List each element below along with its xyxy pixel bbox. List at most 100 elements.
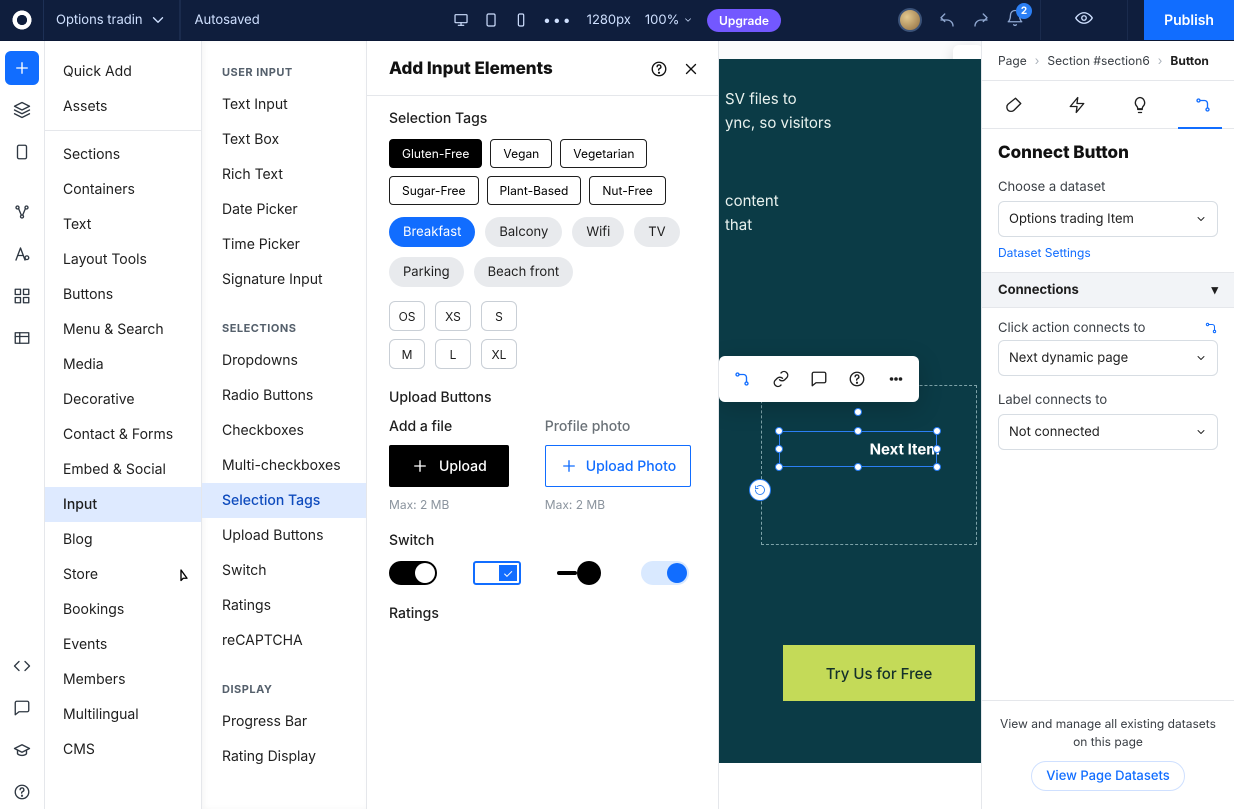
breadcrumb-item[interactable]: Page bbox=[998, 53, 1027, 68]
category-quick-add[interactable]: Quick Add bbox=[45, 41, 201, 89]
category-sections[interactable]: Sections bbox=[45, 137, 201, 172]
section-multi-checkboxes[interactable]: Multi-checkboxes bbox=[202, 448, 366, 483]
upload-button[interactable]: Upload bbox=[389, 445, 509, 487]
section-signature-input[interactable]: Signature Input bbox=[202, 262, 366, 297]
category-members[interactable]: Members bbox=[45, 662, 201, 697]
category-embed-social[interactable]: Embed & Social bbox=[45, 452, 201, 487]
click-action-select[interactable]: Next dynamic page bbox=[998, 340, 1218, 376]
tag-option[interactable]: Plant-Based bbox=[487, 176, 582, 205]
category-text[interactable]: Text bbox=[45, 207, 201, 242]
site-switcher[interactable]: Options tradin bbox=[44, 0, 180, 40]
category-media[interactable]: Media bbox=[45, 347, 201, 382]
resize-handle[interactable] bbox=[854, 427, 862, 435]
tag-option[interactable]: M bbox=[389, 339, 425, 369]
rail-theme-button[interactable] bbox=[5, 237, 39, 271]
tab-connect-data[interactable] bbox=[1182, 96, 1224, 114]
upgrade-button[interactable]: Upgrade bbox=[707, 9, 781, 32]
toolbar-connect-data-button[interactable] bbox=[725, 362, 759, 396]
desktop-icon[interactable] bbox=[453, 12, 469, 28]
switch-variant[interactable] bbox=[557, 561, 605, 585]
connections-accordion[interactable]: Connections ▾ bbox=[982, 272, 1234, 308]
help-icon[interactable] bbox=[650, 60, 668, 78]
section-radio-buttons[interactable]: Radio Buttons bbox=[202, 378, 366, 413]
section-ratings[interactable]: Ratings bbox=[202, 588, 366, 623]
tag-option[interactable]: S bbox=[481, 301, 517, 331]
section-selection-tags[interactable]: Selection Tags bbox=[202, 483, 366, 518]
category-input[interactable]: Input bbox=[45, 487, 201, 522]
tab-design[interactable] bbox=[993, 96, 1035, 114]
rotate-handle[interactable] bbox=[749, 479, 771, 501]
rail-pages-button[interactable] bbox=[5, 135, 39, 169]
data-connect-icon[interactable] bbox=[1204, 321, 1218, 335]
undo-icon[interactable] bbox=[938, 11, 956, 29]
label-connects-select[interactable]: Not connected bbox=[998, 414, 1218, 450]
preview-button[interactable] bbox=[1057, 9, 1111, 31]
cta-button[interactable]: Try Us for Free bbox=[783, 645, 975, 701]
rail-code-button[interactable] bbox=[5, 649, 39, 683]
more-breakpoints-icon[interactable]: ••• bbox=[543, 12, 573, 29]
section-rating-display[interactable]: Rating Display bbox=[202, 739, 366, 774]
tag-option[interactable]: L bbox=[435, 339, 471, 369]
section-progress-bar[interactable]: Progress Bar bbox=[202, 704, 366, 739]
section-date-picker[interactable]: Date Picker bbox=[202, 192, 366, 227]
tab-interactions[interactable] bbox=[1056, 96, 1098, 114]
view-page-datasets-button[interactable]: View Page Datasets bbox=[1031, 761, 1185, 791]
resize-handle[interactable] bbox=[933, 463, 941, 471]
section-switch[interactable]: Switch bbox=[202, 553, 366, 588]
resize-handle[interactable] bbox=[854, 408, 862, 416]
resize-handle[interactable] bbox=[854, 463, 862, 471]
section-text-box[interactable]: Text Box bbox=[202, 122, 366, 157]
rail-layers-button[interactable] bbox=[5, 93, 39, 127]
mobile-icon[interactable] bbox=[513, 12, 529, 28]
tab-seo[interactable] bbox=[1119, 96, 1161, 114]
tag-option[interactable]: Vegan bbox=[490, 139, 552, 168]
section-upload-buttons[interactable]: Upload Buttons bbox=[202, 518, 366, 553]
tag-option[interactable]: Wifi bbox=[572, 217, 624, 247]
close-icon[interactable] bbox=[682, 60, 700, 78]
section-recaptcha[interactable]: reCAPTCHA bbox=[202, 623, 366, 658]
tag-option[interactable]: Parking bbox=[389, 257, 464, 287]
rail-site-structure-button[interactable] bbox=[5, 195, 39, 229]
toolbar-comment-button[interactable] bbox=[802, 362, 836, 396]
section-dropdowns[interactable]: Dropdowns bbox=[202, 343, 366, 378]
resize-handle[interactable] bbox=[933, 445, 941, 453]
category-decorative[interactable]: Decorative bbox=[45, 382, 201, 417]
category-blog[interactable]: Blog bbox=[45, 522, 201, 557]
tag-option[interactable]: Gluten-Free bbox=[389, 139, 482, 168]
switch-variant[interactable] bbox=[641, 561, 689, 585]
editor-canvas[interactable]: SV files to ync, so visitors content tha… bbox=[719, 41, 981, 809]
category-layout-tools[interactable]: Layout Tools bbox=[45, 242, 201, 277]
category-bookings[interactable]: Bookings bbox=[45, 592, 201, 627]
publish-button[interactable]: Publish bbox=[1144, 0, 1234, 40]
breadcrumb-item[interactable]: Button bbox=[1170, 53, 1209, 68]
tag-option[interactable]: Beach front bbox=[474, 257, 574, 287]
avatar[interactable] bbox=[898, 8, 922, 32]
tag-option[interactable]: XL bbox=[481, 339, 517, 369]
resize-handle[interactable] bbox=[775, 427, 783, 435]
selection-box[interactable]: Next Item bbox=[779, 431, 937, 467]
switch-variant[interactable]: ✓ bbox=[473, 561, 521, 585]
toolbar-link-button[interactable] bbox=[764, 362, 798, 396]
rail-learn-button[interactable] bbox=[5, 733, 39, 767]
category-events[interactable]: Events bbox=[45, 627, 201, 662]
canvas-width[interactable]: 1280px bbox=[587, 12, 631, 28]
category-multilingual[interactable]: Multilingual bbox=[45, 697, 201, 732]
resize-handle[interactable] bbox=[933, 427, 941, 435]
tag-option[interactable]: XS bbox=[435, 301, 471, 331]
app-logo[interactable] bbox=[0, 0, 44, 40]
toolbar-more-button[interactable] bbox=[879, 362, 913, 396]
category-menu-search[interactable]: Menu & Search bbox=[45, 312, 201, 347]
notifications-button[interactable]: 2 bbox=[1006, 9, 1024, 31]
category-containers[interactable]: Containers bbox=[45, 172, 201, 207]
tag-option[interactable]: Sugar-Free bbox=[389, 176, 479, 205]
tag-option[interactable]: Vegetarian bbox=[560, 139, 647, 168]
rail-help-button[interactable] bbox=[5, 775, 39, 809]
dataset-settings-link[interactable]: Dataset Settings bbox=[982, 237, 1234, 272]
rail-add-button[interactable] bbox=[5, 51, 39, 85]
redo-icon[interactable] bbox=[972, 11, 990, 29]
resize-handle[interactable] bbox=[775, 445, 783, 453]
resize-handle[interactable] bbox=[775, 463, 783, 471]
section-text-input[interactable]: Text Input bbox=[202, 87, 366, 122]
tag-option[interactable]: Breakfast bbox=[389, 217, 475, 247]
tablet-icon[interactable] bbox=[483, 12, 499, 28]
